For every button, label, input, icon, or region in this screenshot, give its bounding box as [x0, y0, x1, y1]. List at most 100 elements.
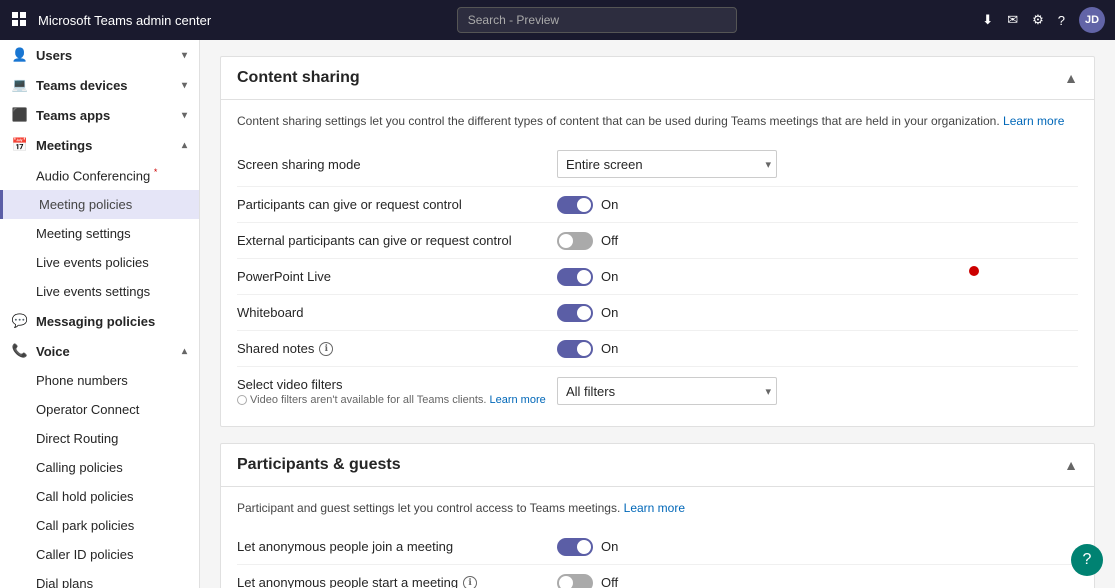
video-filters-select-wrapper[interactable]: All filters Background blur only Backgro… — [557, 377, 777, 405]
sidebar-item-meeting-settings[interactable]: Meeting settings — [0, 219, 199, 248]
sidebar-item-dial-plans[interactable]: Dial plans — [0, 569, 199, 588]
anon-join-label: Let anonymous people join a meeting — [237, 539, 557, 554]
participants-guests-desc: Participant and guest settings let you c… — [237, 499, 1078, 517]
sidebar-item-meeting-policies[interactable]: Meeting policies — [0, 190, 199, 219]
whiteboard-control: On — [557, 304, 1078, 322]
sidebar-item-users[interactable]: 👤 Users ▾ — [0, 40, 199, 70]
content-sharing-header: Content sharing ▲ — [221, 57, 1094, 100]
chevron-down-icon: ▾ — [182, 110, 187, 121]
sidebar-item-audio-conferencing[interactable]: Audio Conferencing * — [0, 160, 199, 190]
anon-join-toggle-label: On — [601, 539, 618, 554]
sidebar-label-voice: Voice — [36, 344, 70, 359]
whiteboard-toggle-label: On — [601, 305, 618, 320]
topbar-actions: ⬇ ✉ ⚙ ? JD — [982, 7, 1105, 33]
external-participants-control-toggle[interactable] — [557, 232, 593, 250]
sidebar-label-call-hold-policies: Call hold policies — [36, 489, 134, 504]
participants-control-toggle[interactable] — [557, 196, 593, 214]
sidebar-item-direct-routing[interactable]: Direct Routing — [0, 424, 199, 453]
download-icon[interactable]: ⬇ — [982, 12, 993, 28]
participants-control-control: On — [557, 196, 1078, 214]
content-sharing-body: Content sharing settings let you control… — [221, 100, 1094, 426]
device-icon: 💻 — [12, 77, 28, 93]
sidebar-label-teams-apps: Teams apps — [36, 108, 110, 123]
sidebar-label-users: Users — [36, 48, 72, 63]
video-filters-learn-more-link[interactable]: Learn more — [489, 394, 545, 406]
search-input[interactable] — [457, 7, 737, 33]
screen-sharing-mode-select[interactable]: Entire screen Single application Disable… — [557, 150, 777, 178]
powerpoint-live-control: On — [557, 268, 1078, 286]
powerpoint-live-toggle-label: On — [601, 269, 618, 284]
calendar-icon: 📅 — [12, 137, 28, 153]
anon-start-toggle[interactable] — [557, 574, 593, 588]
video-filters-select[interactable]: All filters Background blur only Backgro… — [557, 377, 777, 405]
mail-icon[interactable]: ✉ — [1007, 12, 1018, 28]
whiteboard-toggle[interactable] — [557, 304, 593, 322]
sidebar-label-messaging-policies: Messaging policies — [36, 314, 155, 329]
shared-notes-control: On — [557, 340, 1078, 358]
external-participants-control-label: External participants can give or reques… — [237, 233, 557, 248]
app-title: Microsoft Teams admin center — [38, 13, 211, 28]
sidebar-label-live-events-settings: Live events settings — [36, 284, 150, 299]
external-participants-control-row: External participants can give or reques… — [237, 223, 1078, 259]
screen-sharing-mode-select-wrapper[interactable]: Entire screen Single application Disable… — [557, 150, 777, 178]
avatar[interactable]: JD — [1079, 7, 1105, 33]
sidebar-label-meeting-policies: Meeting policies — [39, 197, 132, 212]
sidebar-item-teams-devices[interactable]: 💻 Teams devices ▾ — [0, 70, 199, 100]
sidebar-label-live-events-policies: Live events policies — [36, 255, 149, 270]
sidebar-item-voice[interactable]: 📞 Voice ▴ — [0, 336, 199, 366]
sidebar-item-messaging-policies[interactable]: 💬 Messaging policies — [0, 306, 199, 336]
sidebar-item-phone-numbers[interactable]: Phone numbers — [0, 366, 199, 395]
anon-join-control: On — [557, 538, 1078, 556]
sidebar-label-teams-devices: Teams devices — [36, 78, 128, 93]
video-filters-control[interactable]: All filters Background blur only Backgro… — [557, 377, 1078, 405]
external-participants-control-control: Off — [557, 232, 1078, 250]
app-logo: Microsoft Teams admin center — [10, 10, 211, 30]
collapse-content-sharing-icon[interactable]: ▲ — [1064, 70, 1078, 86]
anon-join-toggle[interactable] — [557, 538, 593, 556]
sidebar-label-dial-plans: Dial plans — [36, 576, 93, 588]
sidebar-item-live-events-policies[interactable]: Live events policies — [0, 248, 199, 277]
shared-notes-label: Shared notes ℹ — [237, 341, 557, 356]
help-icon[interactable]: ? — [1058, 13, 1065, 28]
sidebar-item-call-park-policies[interactable]: Call park policies — [0, 511, 199, 540]
sidebar-label-call-park-policies: Call park policies — [36, 518, 134, 533]
sidebar-item-operator-connect[interactable]: Operator Connect — [0, 395, 199, 424]
sidebar-item-calling-policies[interactable]: Calling policies — [0, 453, 199, 482]
video-filters-sub-label: Video filters aren't available for all T… — [237, 394, 546, 406]
grid-icon — [10, 10, 30, 30]
powerpoint-live-toggle[interactable] — [557, 268, 593, 286]
participants-guests-section: Participants & guests ▲ Participant and … — [220, 443, 1095, 588]
help-fab-button[interactable]: ? — [1071, 544, 1103, 576]
participants-guests-learn-more-link[interactable]: Learn more — [624, 501, 685, 515]
anon-start-info-icon[interactable]: ℹ — [463, 576, 477, 588]
sidebar-label-calling-policies: Calling policies — [36, 460, 123, 475]
search-bar[interactable] — [221, 7, 972, 33]
person-icon: 👤 — [12, 47, 28, 63]
screen-sharing-mode-control[interactable]: Entire screen Single application Disable… — [557, 150, 1078, 178]
video-filters-row: Select video filters Video filters aren'… — [237, 367, 1078, 414]
message-icon: 💬 — [12, 313, 28, 329]
sidebar-label-direct-routing: Direct Routing — [36, 431, 118, 446]
external-participants-control-toggle-label: Off — [601, 233, 618, 248]
sidebar-item-call-hold-policies[interactable]: Call hold policies — [0, 482, 199, 511]
screen-sharing-mode-row: Screen sharing mode Entire screen Single… — [237, 142, 1078, 187]
sidebar-label-phone-numbers: Phone numbers — [36, 373, 128, 388]
anon-join-row: Let anonymous people join a meeting On — [237, 529, 1078, 565]
collapse-participants-icon[interactable]: ▲ — [1064, 457, 1078, 473]
chevron-up-icon: ▴ — [182, 346, 187, 357]
sidebar-item-teams-apps[interactable]: ⬛ Teams apps ▾ — [0, 100, 199, 130]
main-content: Content sharing ▲ Content sharing settin… — [200, 40, 1115, 588]
participants-control-row: Participants can give or request control… — [237, 187, 1078, 223]
shared-notes-row: Shared notes ℹ On — [237, 331, 1078, 367]
whiteboard-label: Whiteboard — [237, 305, 557, 320]
participants-guests-body: Participant and guest settings let you c… — [221, 487, 1094, 588]
shared-notes-info-icon[interactable]: ℹ — [319, 342, 333, 356]
phone-icon: 📞 — [12, 343, 28, 359]
sidebar-item-caller-id-policies[interactable]: Caller ID policies — [0, 540, 199, 569]
sidebar-item-meetings[interactable]: 📅 Meetings ▴ — [0, 130, 199, 160]
sidebar-label-operator-connect: Operator Connect — [36, 402, 139, 417]
content-sharing-learn-more-link[interactable]: Learn more — [1003, 114, 1064, 128]
shared-notes-toggle[interactable] — [557, 340, 593, 358]
sidebar-item-live-events-settings[interactable]: Live events settings — [0, 277, 199, 306]
settings-icon[interactable]: ⚙ — [1032, 12, 1044, 28]
